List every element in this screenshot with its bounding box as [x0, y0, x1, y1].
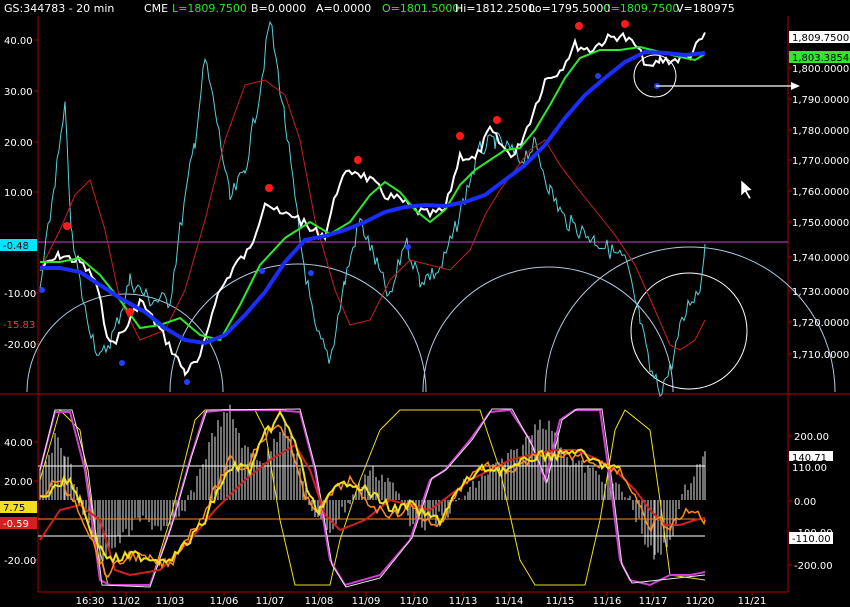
pivot-high-marker	[456, 132, 464, 140]
mouse-cursor-icon	[740, 179, 753, 200]
axis-tick-label: 30.00	[4, 87, 33, 98]
low-label: Lo=1795.5000	[529, 2, 610, 15]
axis-tick-label: 0.00	[794, 497, 816, 508]
cycle-arcs	[26, 246, 836, 393]
time-tick-label: 11/17	[639, 596, 668, 607]
axis-tick-label: 1,710.0000	[792, 350, 849, 361]
value-badge-text: -110.00	[792, 534, 831, 545]
bid-label: B=0.0000	[251, 2, 306, 15]
pivot-high-marker	[493, 116, 501, 124]
time-tick-label: 11/09	[352, 596, 381, 607]
axis-tick-label: 1,770.0000	[792, 156, 849, 167]
axis-tick-label: -20.00	[4, 556, 36, 567]
time-tick-label: 11/06	[210, 596, 239, 607]
value-badge-text: 1,803.3854	[792, 53, 849, 64]
exchange-label: CME	[144, 2, 168, 15]
high-label: Hi=1812.2500	[455, 2, 535, 15]
axis-tick-label: 1,750.0000	[792, 218, 849, 229]
ask-label: A=0.0000	[316, 2, 371, 15]
pivot-low-marker	[595, 73, 601, 79]
time-tick-label: 11/07	[256, 596, 285, 607]
time-tick-label: 11/03	[156, 596, 185, 607]
time-tick-label: 11/13	[449, 596, 478, 607]
pivot-low-marker	[308, 270, 314, 276]
upper-left-axis: 40.00 30.00 20.00 10.00 -10.00 -20.00	[4, 36, 38, 351]
axis-tick-label: 1,720.0000	[792, 318, 849, 329]
axis-tick-label: 1,740.0000	[792, 253, 849, 264]
pivot-low-marker	[119, 360, 125, 366]
axis-tick-label: -10.00	[4, 289, 36, 300]
axis-tick-label: 40.00	[4, 438, 33, 449]
axis-tick-label: 1,730.0000	[792, 287, 849, 298]
axis-tick-label: -20.00	[4, 340, 36, 351]
cycle-circle	[630, 272, 748, 390]
axis-tick-label: 40.00	[4, 36, 33, 47]
time-tick-label: 11/02	[112, 596, 141, 607]
yellow-cci-line	[39, 410, 621, 567]
axis-tick-label: 10.00	[4, 188, 33, 199]
open-label: O=1801.5000	[382, 2, 459, 15]
pivot-high-marker	[354, 156, 362, 164]
pivot-high-marker	[126, 308, 134, 316]
upper-right-axis: 1,800.0000 1,790.0000 1,780.0000 1,770.0000…	[788, 64, 849, 361]
time-tick-label: 16:30	[76, 596, 105, 607]
cycle-arc	[422, 266, 674, 393]
time-tick-label: 11/20	[686, 596, 715, 607]
time-axis: 16:30 11/02 11/03 11/06 11/07 11/08 11/09 11/10…	[76, 592, 767, 607]
price-panel[interactable]: 40.00 30.00 20.00 10.00 -10.00 -20.00 1,800.0…	[0, 20, 850, 398]
last-price-label: L=1809.7500	[172, 2, 247, 15]
lower-value-badges: 7.75-0.59140.71110.00-110.00	[0, 451, 833, 545]
axis-tick-label: 1,800.0000	[792, 64, 849, 75]
axis-tick-label: 20.00	[4, 477, 33, 488]
pivot-high-marker	[575, 22, 583, 30]
axis-tick-label: 1,760.0000	[792, 187, 849, 198]
green-average-line	[40, 45, 706, 342]
value-badge-text: 7.75	[3, 503, 25, 514]
indicator-panel[interactable]: 40.0020.00-20.00 200.00100.000.00-100.00…	[0, 404, 833, 588]
time-tick-label: 11/16	[593, 596, 622, 607]
pivot-high-marker	[621, 20, 629, 28]
value-badge-text: -0.59	[3, 519, 29, 530]
pivot-low-marker	[184, 379, 190, 385]
pivot-low-marker	[259, 268, 265, 274]
axis-tick-label: 200.00	[794, 432, 829, 443]
pivot-low-marker	[39, 287, 45, 293]
axis-tick-label: 1,780.0000	[792, 126, 849, 137]
volume-label: V=180975	[676, 2, 735, 15]
value-badge-text: 1,809.7500	[792, 33, 849, 44]
value-badge-text: -0.48	[3, 241, 29, 252]
price-line	[39, 31, 706, 377]
symbol-label: GS:344783 - 20 min	[4, 2, 114, 15]
time-tick-label: 11/10	[400, 596, 429, 607]
close-label: C=1809.7500	[603, 2, 679, 15]
axis-tick-label: 1,790.0000	[792, 95, 849, 106]
arrow-head-icon	[791, 82, 800, 90]
trading-chart[interactable]: GS:344783 - 20 min CME L=1809.7500 B=0.0…	[0, 0, 850, 607]
time-tick-label: 11/21	[738, 596, 767, 607]
chart-header: GS:344783 - 20 min CME L=1809.7500 B=0.0…	[4, 2, 735, 15]
pivot-high-marker	[265, 184, 273, 192]
pivot-low-marker	[405, 244, 411, 250]
histogram-bars	[39, 404, 706, 565]
time-tick-label: 11/15	[546, 596, 575, 607]
time-tick-label: 11/08	[305, 596, 334, 607]
value-badge-text: 110.00	[792, 463, 827, 474]
axis-tick-label: -200.00	[794, 561, 833, 572]
value-badge-text: -15.83	[3, 320, 35, 331]
pivot-high-marker	[63, 222, 71, 230]
axis-tick-label: 20.00	[4, 138, 33, 149]
time-tick-label: 11/14	[495, 596, 524, 607]
